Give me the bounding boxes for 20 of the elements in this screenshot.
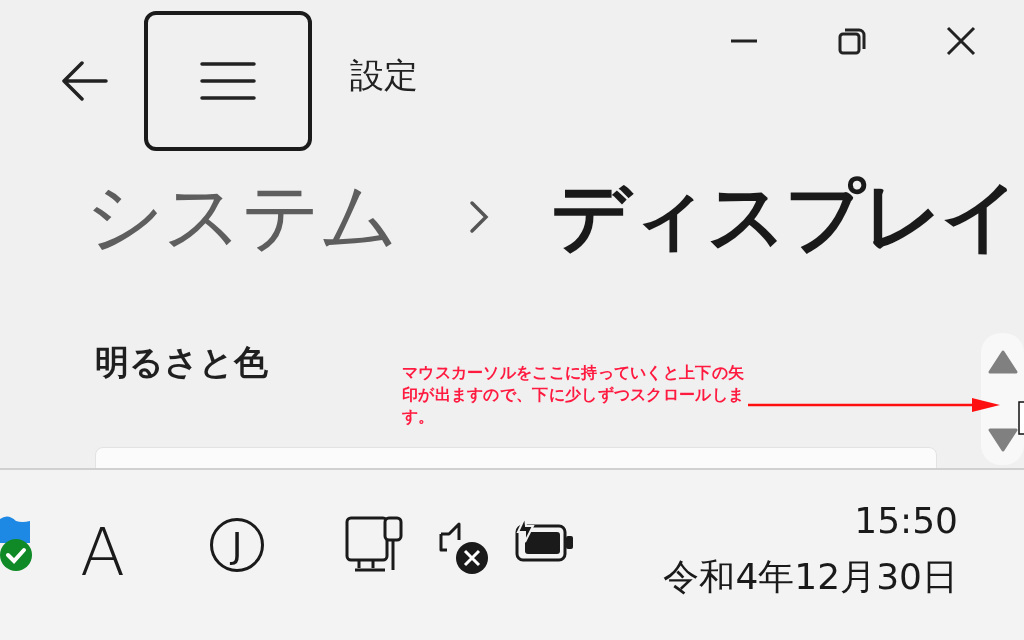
mouse-cursor-icon (1018, 401, 1024, 435)
breadcrumb-item[interactable]: システム (85, 164, 397, 270)
network-monitor-icon[interactable] (345, 516, 405, 574)
breadcrumb-item: ディスプレイ (551, 169, 1019, 263)
speaker-muted-icon[interactable] (438, 522, 490, 576)
security-shield-icon[interactable] (0, 515, 32, 571)
section-heading: 明るさと色 (95, 341, 268, 384)
clock-date: 令和4年12月30日 (663, 555, 958, 599)
scroll-down-icon[interactable] (988, 428, 1018, 452)
clock-time: 15:50 (854, 500, 958, 541)
annotation-text: マウスカーソルをここに持っていくと上下の矢印が出ますので、下に少しずつスクロールします。 (402, 362, 746, 428)
window-title: 設定 (350, 54, 418, 97)
menu-icon (200, 61, 256, 101)
restore-icon[interactable] (838, 26, 866, 56)
close-icon[interactable] (946, 26, 976, 56)
chevron-icon (469, 200, 489, 234)
scroll-up-icon[interactable] (988, 350, 1018, 374)
ime-mode-indicator[interactable]: A (80, 520, 126, 586)
menu-button[interactable] (144, 11, 312, 151)
ime-indicator[interactable]: J (210, 518, 264, 572)
